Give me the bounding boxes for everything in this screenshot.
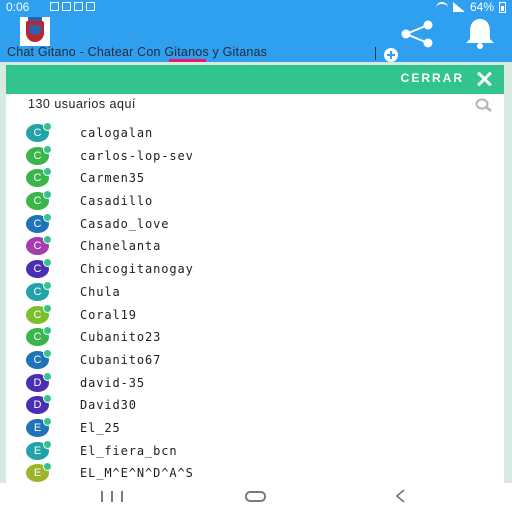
online-status-icon <box>43 326 52 336</box>
image-icon <box>62 2 71 11</box>
status-right: 64% <box>435 0 506 14</box>
avatar[interactable]: C <box>26 280 52 301</box>
avatar[interactable]: C <box>26 303 52 324</box>
mail-icon <box>74 2 83 11</box>
online-status-icon <box>43 416 52 426</box>
user-list-item[interactable]: Ccalogalan <box>6 122 504 145</box>
avatar[interactable]: C <box>26 212 52 233</box>
user-list-item[interactable]: C Cubanito67 <box>6 348 504 372</box>
user-list-item[interactable]: Ddavid-35 <box>6 371 504 395</box>
online-status-icon <box>43 394 52 404</box>
user-list-item[interactable]: E El_25 <box>6 416 504 440</box>
user-name[interactable]: david-35 <box>80 376 145 390</box>
shield-crest-icon <box>20 17 50 46</box>
avatar[interactable]: C <box>26 326 52 347</box>
message-icon <box>50 2 59 11</box>
user-list-item[interactable]: C Chula <box>6 280 504 304</box>
online-status-icon <box>43 144 52 154</box>
user-list-item[interactable]: C Coral19 <box>6 303 504 327</box>
user-name[interactable]: carlos-lop-sev <box>80 149 194 163</box>
user-name[interactable]: EL_M^E^N^D^A^S <box>80 466 194 480</box>
user-name[interactable]: Coral19 <box>80 308 137 322</box>
user-list-item[interactable]: D David30 <box>6 394 504 417</box>
user-name[interactable]: El_25 <box>80 421 121 435</box>
tab-divider <box>375 47 376 60</box>
avatar[interactable]: C <box>26 167 52 188</box>
status-bar: 0:06 64% <box>0 0 512 14</box>
user-name[interactable]: Cubanito67 <box>80 353 161 367</box>
user-name[interactable]: El_fiera_bcn <box>80 444 178 458</box>
online-status-icon <box>43 303 52 313</box>
avatar[interactable]: C <box>26 144 52 165</box>
avatar[interactable]: E <box>26 462 52 483</box>
online-status-icon <box>43 348 52 358</box>
user-name[interactable]: Cubanito23 <box>80 330 161 344</box>
user-list-item[interactable]: E EL_M^E^N^D^A^S <box>6 462 504 485</box>
back-icon[interactable] <box>394 489 406 503</box>
screen: 0:06 64% Chat Gitano - Chatear Con Gitan… <box>0 0 512 512</box>
user-name[interactable]: Chicogitanogay <box>80 262 194 276</box>
signal-icon <box>452 2 465 12</box>
online-status-icon <box>43 439 52 449</box>
tab-bar: Chat Gitano - Chatear Con Gitanos y Gita… <box>0 44 512 62</box>
user-list-item[interactable]: C Carmen35 <box>6 167 504 190</box>
user-list-item[interactable]: Ccarlos-lop-sev <box>6 144 504 168</box>
online-status-icon <box>43 280 52 290</box>
search-icon[interactable] <box>475 98 492 112</box>
home-icon[interactable] <box>245 491 266 502</box>
avatar[interactable]: C <box>26 348 52 369</box>
plus-circle-icon[interactable] <box>384 48 398 62</box>
user-list: Ccalogalan Ccarlos-lop-sev C Carmen35 C Casad… <box>6 122 504 485</box>
user-list-item[interactable]: C Cubanito23 <box>6 326 504 349</box>
avatar[interactable]: D <box>26 394 52 415</box>
online-status-icon <box>43 212 52 222</box>
battery-icon <box>499 1 506 13</box>
battery-percent: 64% <box>469 0 494 14</box>
notification-icons <box>50 2 95 11</box>
user-list-item[interactable]: C Casado_love <box>6 212 504 236</box>
user-list-item[interactable]: E El_fiera_bcn <box>6 439 504 463</box>
user-list-item[interactable]: C Chanelanta <box>6 235 504 258</box>
close-button-label[interactable]: CERRAR <box>401 71 464 85</box>
user-name[interactable]: Casadillo <box>80 194 153 208</box>
user-name[interactable]: calogalan <box>80 126 153 140</box>
user-list-item[interactable]: C Chicogitanogay <box>6 258 504 281</box>
online-status-icon <box>43 167 52 177</box>
avatar[interactable]: C <box>26 258 52 279</box>
avatar[interactable]: C <box>26 235 52 256</box>
user-list-item[interactable]: C Casadillo <box>6 190 504 213</box>
recent-apps-icon[interactable] <box>101 491 123 502</box>
avatar[interactable]: C <box>26 122 52 142</box>
wifi-icon <box>435 2 448 12</box>
user-name[interactable]: Carmen35 <box>80 171 145 185</box>
close-bar[interactable]: CERRAR <box>6 65 504 94</box>
online-status-icon <box>43 122 52 131</box>
nav-bar <box>0 483 512 512</box>
online-status-icon <box>43 462 52 472</box>
close-icon[interactable] <box>477 72 491 86</box>
avatar[interactable]: E <box>26 416 52 437</box>
user-count: 130 usuarios aquí <box>28 97 136 111</box>
status-time: 0:06 <box>6 0 30 14</box>
tab-chat-gitano[interactable]: Chat Gitano - Chatear Con Gitanos y Gita… <box>7 45 267 59</box>
users-panel: CERRAR 130 usuarios aquí Ccalogalan Ccarl… <box>6 65 504 483</box>
online-status-icon <box>43 235 52 245</box>
online-status-icon <box>43 190 52 200</box>
avatar[interactable]: D <box>26 371 52 392</box>
online-status-icon <box>43 371 52 381</box>
user-name[interactable]: Chanelanta <box>80 239 161 253</box>
user-name[interactable]: David30 <box>80 398 137 412</box>
avatar[interactable]: C <box>26 190 52 211</box>
user-name[interactable]: Chula <box>80 285 121 299</box>
avatar[interactable]: E <box>26 439 52 460</box>
online-status-icon <box>43 258 52 268</box>
user-name[interactable]: Casado_love <box>80 217 169 231</box>
chat-icon <box>86 2 95 11</box>
